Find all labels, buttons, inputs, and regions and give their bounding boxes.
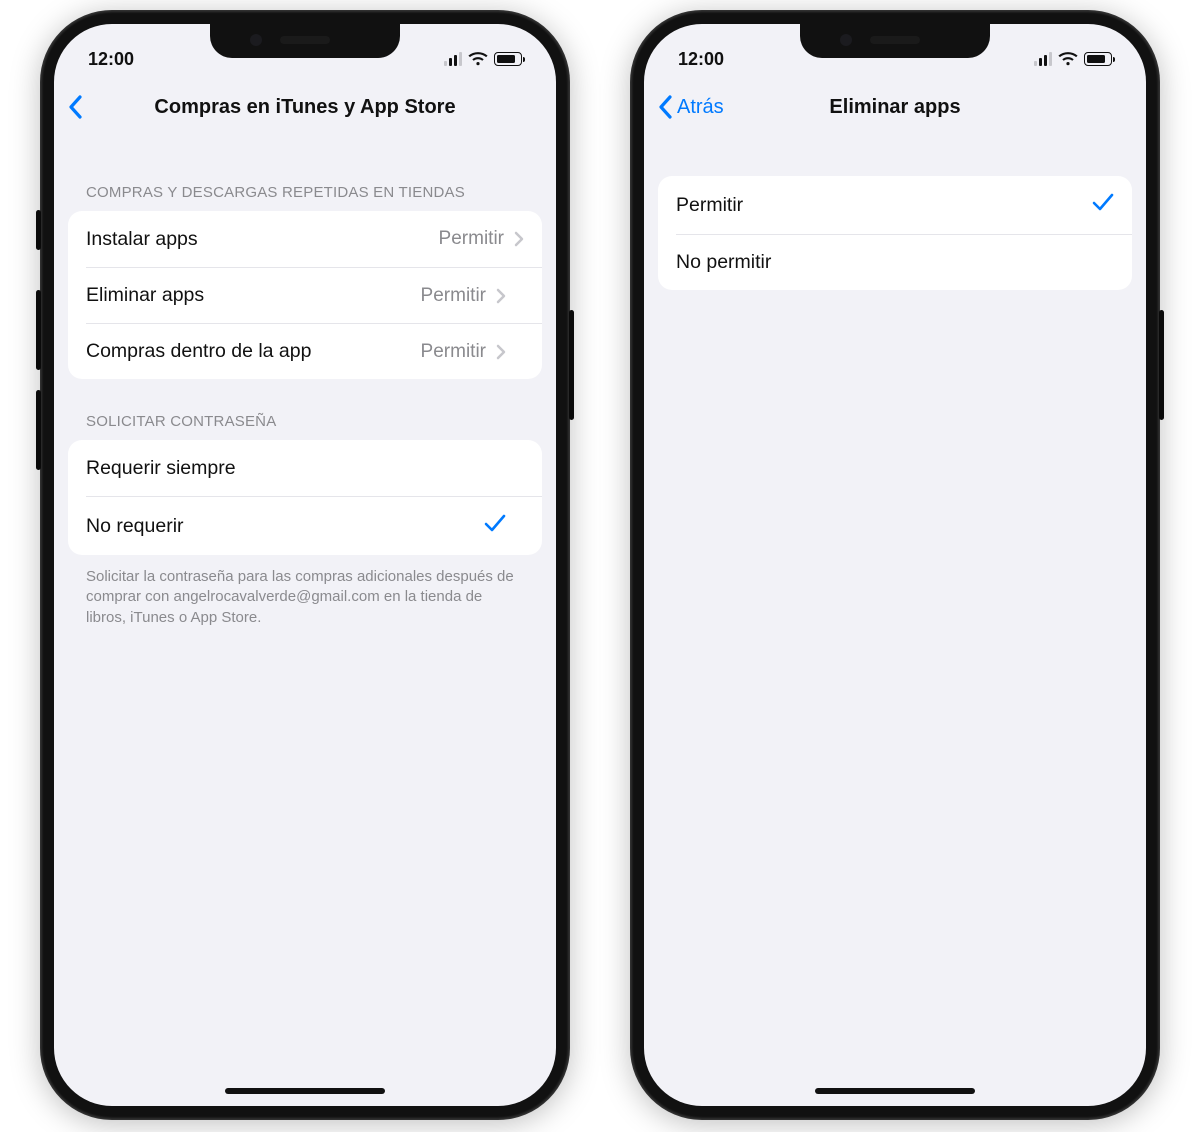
- group-password: Requerir siempre No requerir: [68, 440, 542, 555]
- home-indicator[interactable]: [225, 1088, 385, 1094]
- back-button[interactable]: [68, 95, 87, 119]
- battery-icon: [494, 52, 522, 66]
- row-require-always[interactable]: Requerir siempre: [68, 440, 542, 496]
- row-disallow[interactable]: No permitir: [676, 234, 1132, 290]
- notch: [210, 24, 400, 58]
- row-label: Eliminar apps: [86, 284, 421, 307]
- section-header-password: SOLICITAR CONTRASEÑA: [68, 379, 542, 440]
- page-title: Eliminar apps: [829, 96, 960, 119]
- section-footnote: Solicitar la contraseña para las compras…: [68, 555, 542, 628]
- chevron-left-icon: [68, 95, 83, 119]
- row-in-app-purchases[interactable]: Compras dentro de la app Permitir: [86, 323, 542, 379]
- chevron-right-icon: [496, 344, 506, 360]
- screen-left: 12:00 Compras en iTunes y App Store: [54, 24, 556, 1106]
- status-icons: [1034, 52, 1112, 66]
- phone-mockup-left: 12:00 Compras en iTunes y App Store: [40, 10, 570, 1120]
- row-label: No requerir: [86, 515, 484, 538]
- screen-right: 12:00 Atrás Eliminar apps: [644, 24, 1146, 1106]
- row-value: Permitir: [421, 285, 486, 307]
- chevron-left-icon: [658, 95, 673, 119]
- wifi-icon: [468, 52, 488, 66]
- status-time: 12:00: [88, 49, 134, 70]
- page-title: Compras en iTunes y App Store: [154, 96, 455, 119]
- group-purchases: Instalar apps Permitir Eliminar apps Per…: [68, 211, 542, 379]
- back-label: Atrás: [677, 96, 724, 119]
- wifi-icon: [1058, 52, 1078, 66]
- row-label: No permitir: [676, 251, 1096, 274]
- cellular-signal-icon: [444, 52, 462, 66]
- cellular-signal-icon: [1034, 52, 1052, 66]
- row-label: Instalar apps: [86, 228, 439, 251]
- nav-bar: Compras en iTunes y App Store: [54, 78, 556, 136]
- row-label: Permitir: [676, 194, 1092, 217]
- status-time: 12:00: [678, 49, 724, 70]
- row-not-require[interactable]: No requerir: [86, 496, 542, 555]
- row-delete-apps[interactable]: Eliminar apps Permitir: [86, 267, 542, 323]
- checkmark-icon: [484, 513, 506, 539]
- back-button[interactable]: Atrás: [658, 95, 724, 119]
- notch: [800, 24, 990, 58]
- nav-bar: Atrás Eliminar apps: [644, 78, 1146, 136]
- chevron-right-icon: [496, 288, 506, 304]
- row-install-apps[interactable]: Instalar apps Permitir: [68, 211, 542, 267]
- checkmark-icon: [1092, 192, 1114, 218]
- section-header-purchases: COMPRAS Y DESCARGAS REPETIDAS EN TIENDAS: [68, 136, 542, 211]
- status-icons: [444, 52, 522, 66]
- home-indicator[interactable]: [815, 1088, 975, 1094]
- battery-icon: [1084, 52, 1112, 66]
- row-value: Permitir: [439, 228, 504, 250]
- group-options: Permitir No permitir: [658, 176, 1132, 290]
- phone-mockup-right: 12:00 Atrás Eliminar apps: [630, 10, 1160, 1120]
- row-allow[interactable]: Permitir: [658, 176, 1132, 234]
- chevron-right-icon: [514, 231, 524, 247]
- row-label: Compras dentro de la app: [86, 340, 421, 363]
- row-label: Requerir siempre: [86, 457, 524, 480]
- row-value: Permitir: [421, 341, 486, 363]
